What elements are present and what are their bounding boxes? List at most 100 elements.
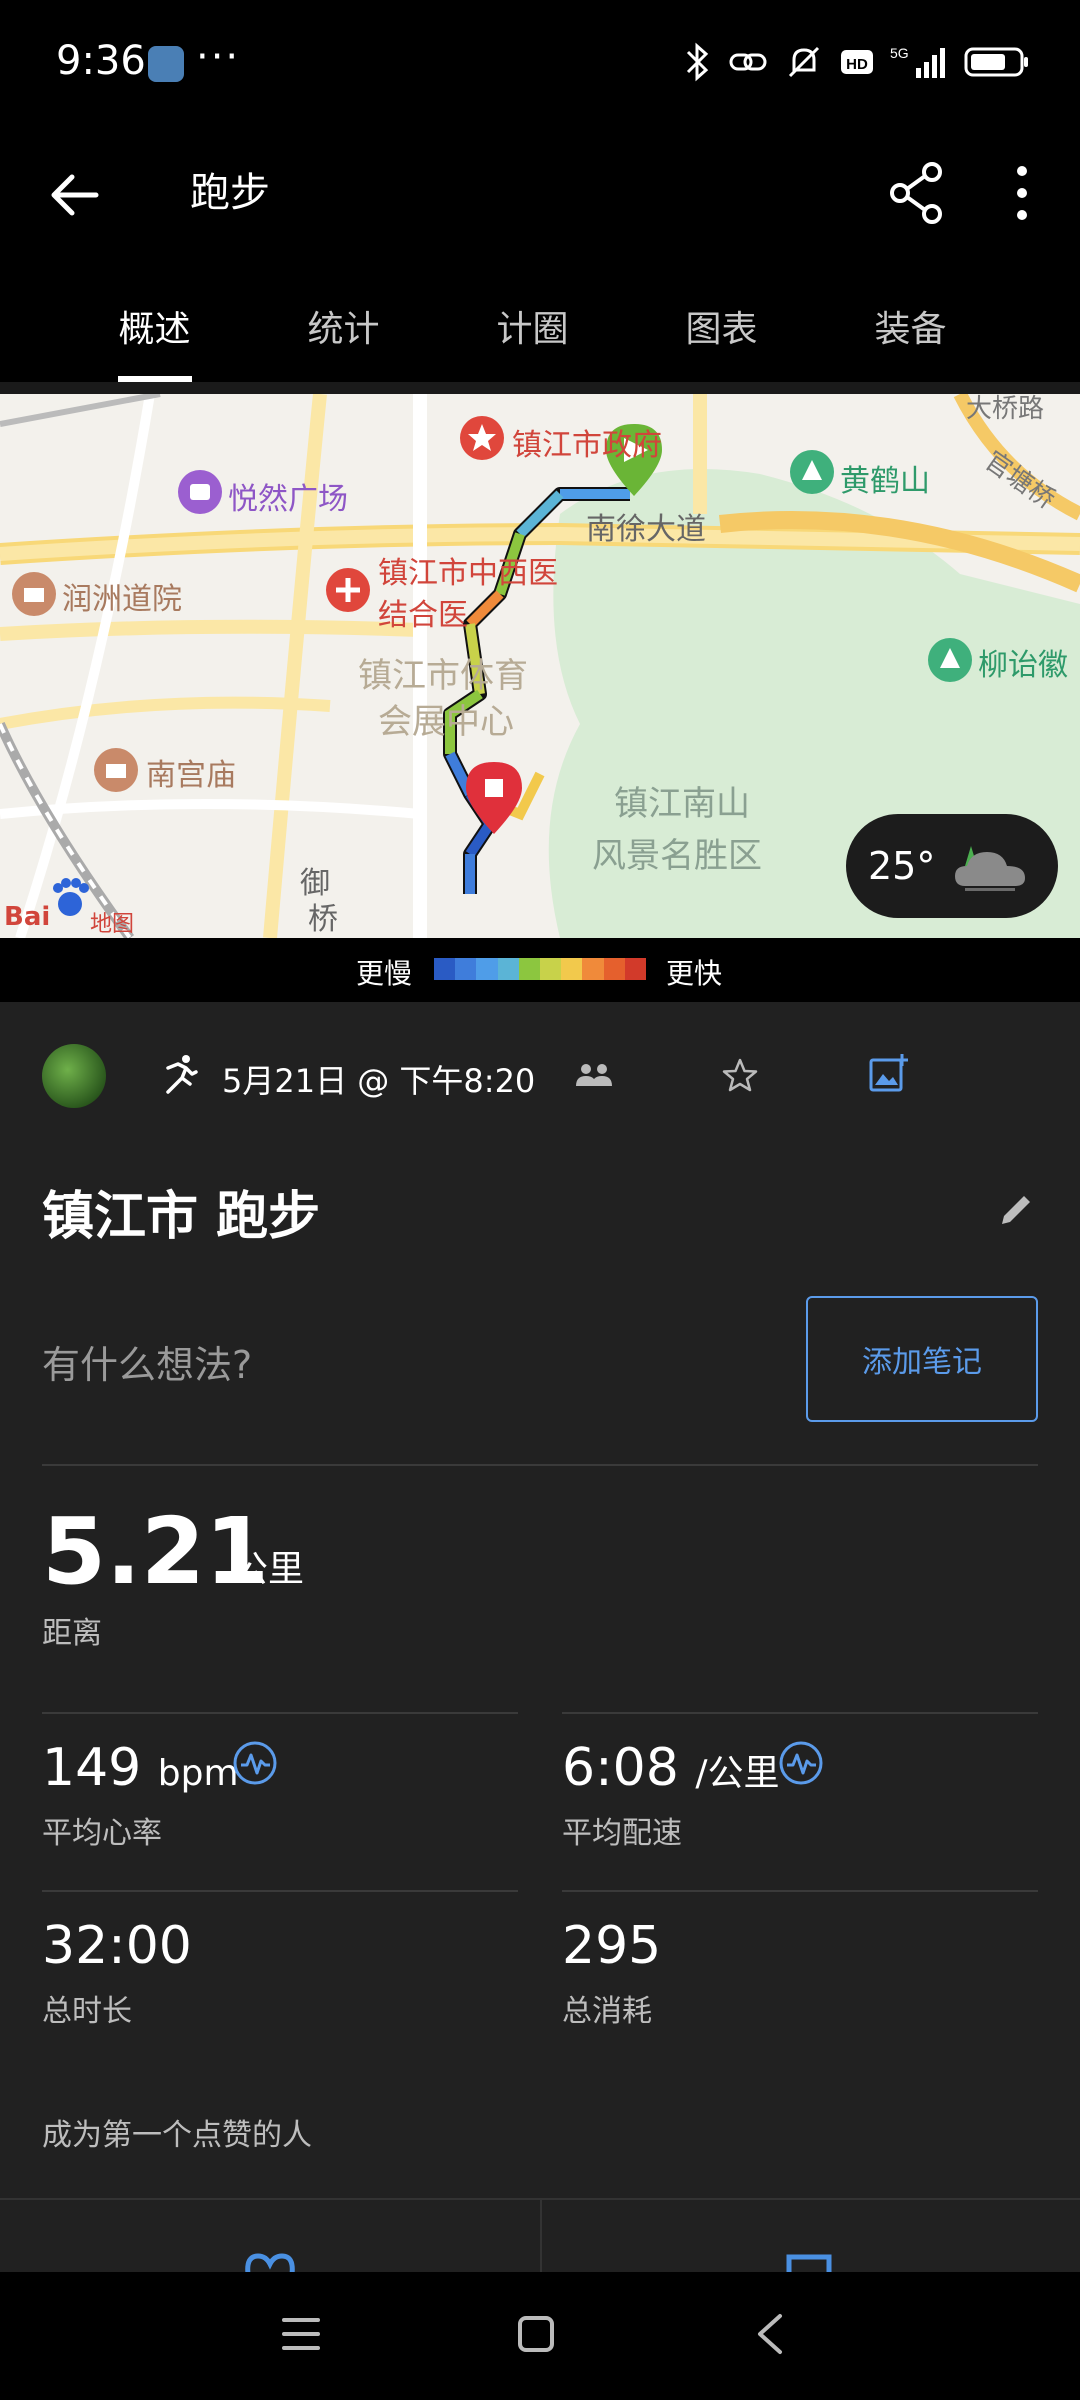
map-label-hospital: 镇江市中西医 <box>378 556 558 591</box>
tab-laps[interactable]: 计圈 <box>438 270 627 382</box>
calories-value: 295 <box>562 1916 662 1976</box>
system-nav-bar <box>0 2272 1080 2400</box>
pace-value: 6:08 <box>562 1738 679 1798</box>
heart-rate-unit: bpm <box>157 1753 239 1794</box>
end-pin-icon <box>466 762 522 834</box>
running-icon <box>166 1055 198 1094</box>
map-label-hospital-2: 结合医 <box>378 598 468 633</box>
legend-segment <box>624 958 647 980</box>
legend-segment <box>561 958 583 980</box>
legend-gradient <box>434 958 647 980</box>
divider <box>42 1464 1038 1466</box>
comment-icon[interactable] <box>786 2254 832 2274</box>
svg-text:5G: 5G <box>890 45 909 61</box>
activity-date: 5月21日 @ 下午8:20 <box>222 1062 536 1100</box>
divider <box>540 2198 542 2278</box>
mute-icon <box>788 46 820 78</box>
more-options-button[interactable] <box>990 156 1054 230</box>
divider <box>42 1712 518 1714</box>
duration-value: 32:00 <box>42 1916 192 1976</box>
divider <box>562 1712 1038 1714</box>
map-label-nanshan-2: 风景名胜区 <box>592 836 762 876</box>
baidu-logo-text: Bai <box>4 902 51 932</box>
svg-text:HD: HD <box>846 56 868 73</box>
hd-icon: HD <box>841 50 873 74</box>
legend-segment <box>518 958 541 980</box>
heart-rate-trend-icon[interactable] <box>232 1740 278 1786</box>
share-button[interactable] <box>880 156 954 230</box>
duration-label: 总时长 <box>42 1994 132 2029</box>
map-label-nanxu: 南徐大道 <box>586 512 706 547</box>
page-title: 跑步 <box>190 170 270 216</box>
divider <box>562 1890 1038 1892</box>
map-label-daqiao: 大桥路 <box>966 394 1045 424</box>
signal-5g-icon: 5G <box>890 45 945 78</box>
legend-segment <box>603 958 625 980</box>
pace-unit: /公里 <box>695 1753 780 1794</box>
legend-fast-label: 更快 <box>666 957 723 990</box>
distance-unit: 公里 <box>232 1549 305 1590</box>
bluetooth-icon <box>686 42 709 82</box>
app-bar: 跑步 <box>0 130 1080 270</box>
share-icon <box>890 162 942 224</box>
back-button[interactable] <box>40 160 110 230</box>
distance-label: 距离 <box>42 1616 102 1651</box>
status-bar: 9:36 ··· HD 5G <box>0 0 1080 130</box>
pace-label: 平均配速 <box>562 1816 682 1851</box>
heart-rate-label: 平均心率 <box>42 1816 162 1851</box>
activity-summary: 5月21日 @ 下午8:20 镇江市 跑步 有什么想法? 添加笔记 5.21 公… <box>0 1002 1080 2278</box>
tab-charts[interactable]: 图表 <box>627 270 816 382</box>
avatar[interactable] <box>42 1044 106 1108</box>
arrow-left-icon <box>51 174 99 216</box>
legend-segment <box>582 958 604 980</box>
map-label-nangong: 南宫庙 <box>146 758 236 793</box>
tab-overview[interactable]: 概述 <box>60 270 249 382</box>
app-notification-icon <box>148 46 184 82</box>
pace-stat: 6:08 /公里 <box>562 1738 779 1798</box>
map-label-liuyi: 柳诒徽 <box>978 648 1068 683</box>
tab-bar: 概述 统计 计圈 图表 装备 <box>0 270 1080 382</box>
map-label-gov: 镇江市政府 <box>512 428 662 463</box>
calories-label: 总消耗 <box>562 1994 652 2029</box>
status-time: 9:36 <box>56 38 146 84</box>
menu-icon[interactable] <box>280 2314 322 2354</box>
legend-segment <box>476 958 498 980</box>
pace-legend: 更慢 更快 <box>0 938 1080 1002</box>
map-label-yuqiao-2: 桥 <box>308 902 338 937</box>
people-icon[interactable] <box>574 1060 614 1090</box>
route-map[interactable]: 镇江市政府 悦然广场 南徐大道 黄鹤山 官塘桥 大桥路 润洲道院 镇江市中西医 … <box>0 394 1080 938</box>
pace-trend-icon[interactable] <box>778 1740 824 1786</box>
edit-icon[interactable] <box>996 1190 1036 1230</box>
heart-rate-value: 149 <box>42 1738 142 1798</box>
map-label-runzhou: 润洲道院 <box>62 582 182 617</box>
weather-temperature: 25° <box>868 844 936 888</box>
star-icon[interactable] <box>720 1056 760 1094</box>
home-icon[interactable] <box>516 2314 556 2354</box>
map-label-sports: 镇江市体育 <box>358 656 528 696</box>
tab-gear[interactable]: 装备 <box>816 270 1005 382</box>
more-vertical-icon <box>1017 166 1027 220</box>
add-note-button[interactable]: 添加笔记 <box>806 1296 1038 1422</box>
legend-slow-label: 更慢 <box>356 957 413 990</box>
notification-overflow: ··· <box>196 34 241 80</box>
add-photo-icon[interactable] <box>868 1052 910 1094</box>
legend-segment <box>434 958 456 980</box>
heart-icon[interactable] <box>244 2252 296 2274</box>
link-icon <box>729 53 767 71</box>
back-nav-icon[interactable] <box>752 2312 788 2356</box>
cloudy-night-icon <box>955 846 1026 891</box>
map-label-sports-2: 会展中心 <box>378 702 514 742</box>
battery-icon <box>964 47 1028 77</box>
legend-segment <box>540 958 562 980</box>
thoughts-input[interactable]: 有什么想法? <box>42 1334 252 1389</box>
divider <box>42 1890 518 1892</box>
divider <box>0 382 1080 394</box>
weather-badge[interactable]: 25° <box>846 814 1058 918</box>
activity-title: 镇江市 跑步 <box>42 1187 321 1247</box>
tab-stats[interactable]: 统计 <box>249 270 438 382</box>
heart-rate-stat: 149 bpm <box>42 1738 239 1798</box>
map-label-nanshan: 镇江南山 <box>614 784 750 824</box>
map-label-huanghe: 黄鹤山 <box>840 464 930 499</box>
legend-segment <box>497 958 519 980</box>
likes-prompt: 成为第一个点赞的人 <box>42 2118 312 2153</box>
